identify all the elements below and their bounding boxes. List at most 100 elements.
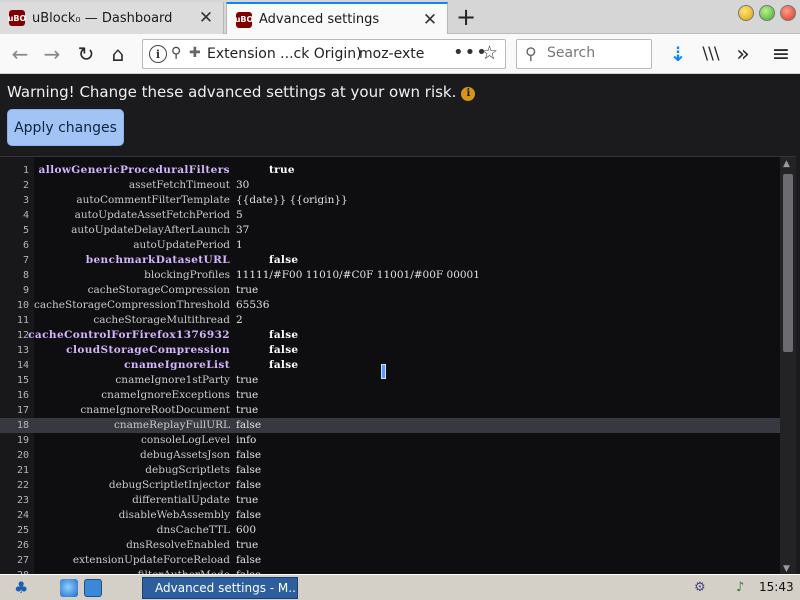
- setting-value[interactable]: false: [236, 478, 261, 493]
- tab-strip: uBO uBlock₀ — Dashboard ✕ uBO Advanced s…: [0, 0, 800, 35]
- search-icon: ⚲: [525, 44, 537, 63]
- line-number: 3: [22, 195, 29, 206]
- setting-line[interactable]: 26 dnsResolveEnabled true: [0, 538, 780, 553]
- setting-key: autoUpdatePeriod: [133, 239, 230, 251]
- scroll-up-icon[interactable]: ▲: [783, 159, 790, 169]
- setting-value[interactable]: 65536: [236, 298, 269, 313]
- back-arrow-icon[interactable]: ←: [6, 40, 34, 68]
- desktop-quicklaunch-icon[interactable]: [84, 579, 102, 597]
- tray-volume-icon[interactable]: ♪: [736, 580, 744, 595]
- setting-line[interactable]: 13 cloudStorageCompression false: [0, 343, 780, 358]
- setting-line[interactable]: 21 debugScriptlets false: [0, 463, 780, 478]
- setting-line[interactable]: 4 autoUpdateAssetFetchPeriod 5: [0, 208, 780, 223]
- taskbar-window-button[interactable]: Advanced settings - M...: [142, 577, 298, 599]
- setting-value[interactable]: 5: [236, 208, 243, 223]
- minimize-button[interactable]: [738, 5, 754, 21]
- setting-line[interactable]: 19 consoleLogLevel info: [0, 433, 780, 448]
- extension-identity-label[interactable]: Extension ...ck Origin): [207, 46, 362, 62]
- site-info-icon[interactable]: i: [149, 45, 167, 63]
- forward-arrow-icon[interactable]: →: [38, 40, 66, 68]
- close-tab-icon[interactable]: ✕: [419, 9, 441, 31]
- setting-value[interactable]: {{date}} {{origin}}: [236, 193, 348, 208]
- setting-value[interactable]: true: [269, 163, 295, 178]
- permissions-icon[interactable]: ⚲: [171, 45, 181, 61]
- setting-line[interactable]: 1 allowGenericProceduralFilters true: [0, 163, 780, 178]
- setting-line[interactable]: 8 blockingProfiles 11111/#F00 11010/#C0F 1…: [0, 268, 780, 283]
- setting-line[interactable]: 24 disableWebAssembly false: [0, 508, 780, 523]
- search-input[interactable]: [547, 45, 647, 61]
- settings-editor[interactable]: 1 allowGenericProceduralFilters true 2 asset…: [0, 156, 796, 574]
- bookmark-star-icon[interactable]: ☆: [481, 42, 498, 64]
- setting-value[interactable]: 1: [236, 238, 243, 253]
- reload-icon[interactable]: ↻: [72, 40, 100, 68]
- setting-value[interactable]: true: [236, 493, 258, 508]
- setting-value[interactable]: 600: [236, 523, 256, 538]
- start-icon[interactable]: ♣: [14, 578, 28, 597]
- scroll-down-icon[interactable]: ▼: [783, 564, 790, 574]
- setting-value[interactable]: true: [236, 538, 258, 553]
- setting-value[interactable]: true: [236, 403, 258, 418]
- clock: 15:43: [759, 580, 794, 594]
- url-text[interactable]: moz-exte: [359, 46, 445, 62]
- setting-value[interactable]: 2: [236, 313, 243, 328]
- setting-line[interactable]: 17 cnameIgnoreRootDocument true: [0, 403, 780, 418]
- setting-value[interactable]: false: [269, 343, 298, 358]
- setting-value[interactable]: 37: [236, 223, 249, 238]
- setting-line[interactable]: 25 dnsCacheTTL 600: [0, 523, 780, 538]
- setting-line[interactable]: 12 cacheControlForFirefox1376932 false: [0, 328, 780, 343]
- setting-value[interactable]: true: [236, 388, 258, 403]
- setting-line[interactable]: 20 debugAssetsJson false: [0, 448, 780, 463]
- setting-line[interactable]: 7 benchmarkDatasetURL false: [0, 253, 780, 268]
- setting-value[interactable]: true: [236, 283, 258, 298]
- setting-line[interactable]: 11 cacheStorageMultithread 2: [0, 313, 780, 328]
- hamburger-menu-icon[interactable]: ≡: [767, 40, 795, 68]
- setting-line[interactable]: 16 cnameIgnoreExceptions true: [0, 388, 780, 403]
- setting-value[interactable]: false: [236, 418, 261, 433]
- setting-line[interactable]: 6 autoUpdatePeriod 1: [0, 238, 780, 253]
- setting-line[interactable]: 5 autoUpdateDelayAfterLaunch 37: [0, 223, 780, 238]
- setting-line[interactable]: 22 debugScriptletInjector false: [0, 478, 780, 493]
- search-bar[interactable]: ⚲: [516, 39, 652, 69]
- setting-value[interactable]: false: [269, 253, 298, 268]
- setting-line[interactable]: 10 cacheStorageCompressionThreshold 65536: [0, 298, 780, 313]
- setting-value[interactable]: info: [236, 433, 256, 448]
- setting-value[interactable]: false: [236, 448, 261, 463]
- tray-network-icon[interactable]: ⚙: [694, 580, 706, 595]
- setting-value[interactable]: false: [236, 508, 261, 523]
- setting-line[interactable]: 15 cnameIgnore1stParty true: [0, 373, 780, 388]
- line-number: 8: [22, 270, 29, 281]
- browser-quicklaunch-icon[interactable]: [60, 579, 78, 597]
- setting-value[interactable]: false: [269, 328, 298, 343]
- setting-value[interactable]: false: [236, 553, 261, 568]
- url-bar[interactable]: i ⚲ ✚ Extension ...ck Origin) moz-exte •…: [142, 39, 506, 69]
- download-icon[interactable]: ⇣: [664, 40, 692, 68]
- setting-value[interactable]: 30: [236, 178, 249, 193]
- setting-line[interactable]: 3 autoCommentFilterTemplate {{date}} {{ori…: [0, 193, 780, 208]
- scrollbar-thumb[interactable]: [783, 174, 793, 352]
- setting-value[interactable]: 11111/#F00 11010/#C0F 11001/#00F 00001: [236, 268, 480, 283]
- setting-line[interactable]: 9 cacheStorageCompression true: [0, 283, 780, 298]
- tab-dashboard[interactable]: uBO uBlock₀ — Dashboard ✕: [0, 2, 224, 34]
- setting-line[interactable]: 23 differentialUpdate true: [0, 493, 780, 508]
- home-icon[interactable]: ⌂: [104, 40, 132, 68]
- setting-value[interactable]: false: [236, 463, 261, 478]
- close-tab-icon[interactable]: ✕: [195, 7, 217, 29]
- setting-line[interactable]: 27 extensionUpdateForceReload false: [0, 553, 780, 568]
- library-icon[interactable]: \\\: [697, 40, 725, 68]
- close-window-button[interactable]: [780, 5, 796, 21]
- new-tab-button[interactable]: +: [452, 3, 480, 31]
- setting-value[interactable]: false: [269, 358, 298, 373]
- line-number: 19: [16, 435, 29, 446]
- tab-advanced-settings[interactable]: uBO Advanced settings ✕: [226, 2, 448, 35]
- tab-title: Advanced settings: [259, 12, 380, 27]
- setting-value[interactable]: true: [236, 373, 258, 388]
- info-icon[interactable]: i: [461, 87, 476, 101]
- vertical-scrollbar[interactable]: ▲ ▼: [780, 157, 796, 574]
- ublock-favicon-icon: uBO: [8, 10, 26, 26]
- maximize-button[interactable]: [759, 5, 775, 21]
- apply-changes-button[interactable]: Apply changes: [7, 109, 124, 146]
- setting-line[interactable]: 2 assetFetchTimeout 30: [0, 178, 780, 193]
- overflow-icon[interactable]: »: [729, 40, 757, 68]
- setting-line[interactable]: 18 cnameReplayFullURL false: [0, 418, 780, 433]
- setting-line[interactable]: 14 cnameIgnoreList false: [0, 358, 780, 373]
